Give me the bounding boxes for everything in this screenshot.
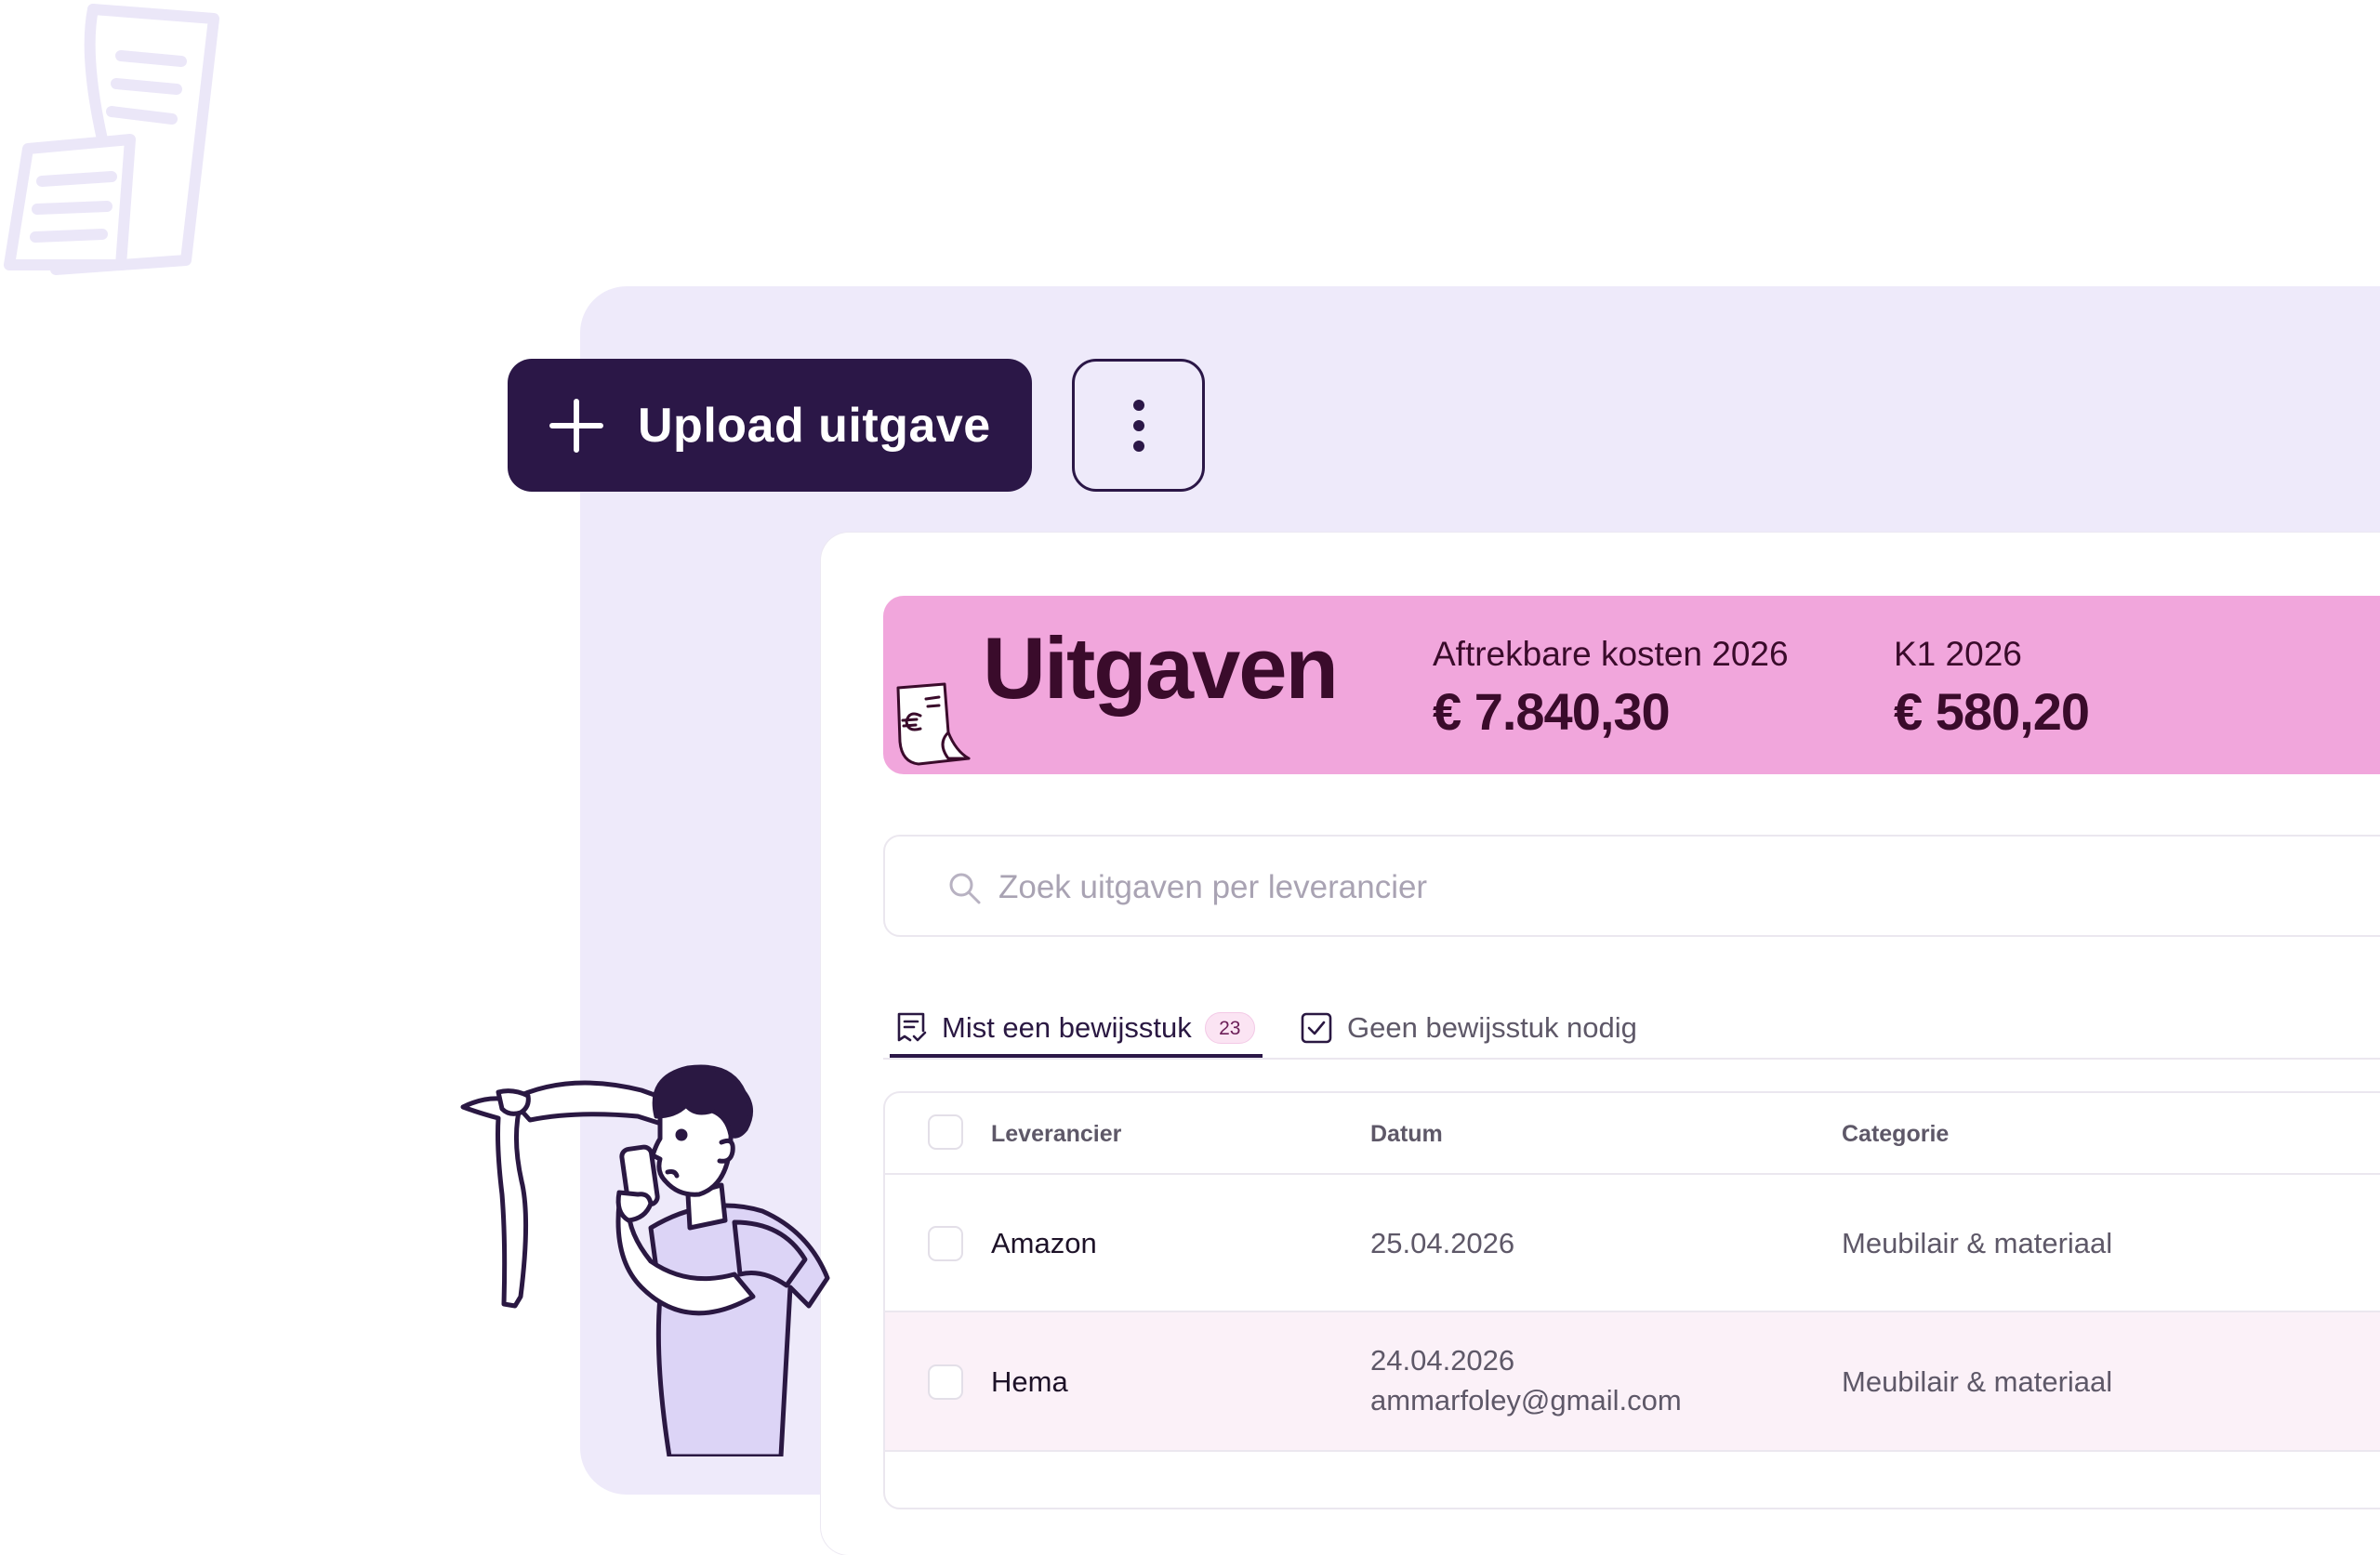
header-category: Categorie	[1842, 1121, 1950, 1147]
row-checkbox[interactable]	[928, 1226, 963, 1261]
header-date: Datum	[1370, 1121, 1443, 1147]
tab-missing-receipt[interactable]: Mist een bewijsstuk 23	[895, 998, 1255, 1058]
tabs-divider	[883, 1058, 2380, 1060]
plus-icon	[549, 398, 603, 453]
receipt-doodle-icon	[4, 4, 219, 275]
more-vertical-icon	[1132, 399, 1144, 452]
quarter-label: K1 2026	[1894, 635, 2022, 673]
checkbox-icon	[1301, 1012, 1332, 1044]
search-icon	[949, 873, 981, 904]
row-category: Meubilair & materiaal	[1842, 1365, 2113, 1398]
row-checkbox[interactable]	[928, 1364, 963, 1400]
row-date: 25.04.2026	[1370, 1227, 1515, 1259]
deductible-costs-value: € 7.840,30	[1433, 682, 1671, 741]
quarter-value: € 580,20	[1894, 682, 2090, 741]
tab-missing-receipt-label: Mist een bewijsstuk	[942, 1011, 1192, 1044]
page-title: Uitgaven	[983, 619, 1339, 717]
table-header-row: Leverancier Datum Categorie	[885, 1093, 2380, 1175]
row-date: 24.04.2026	[1370, 1344, 1515, 1377]
active-tab-indicator	[890, 1054, 1263, 1058]
expenses-table: Leverancier Datum Categorie Amazon 25.04…	[883, 1091, 2380, 1509]
table-row[interactable]: Hema 24.04.2026 ammarfoley@gmail.com Meu…	[885, 1312, 2380, 1452]
row-supplier: Hema	[991, 1365, 1068, 1398]
row-email: ammarfoley@gmail.com	[1370, 1384, 1682, 1417]
euro-receipt-icon	[896, 682, 971, 766]
table-row[interactable]: Amazon 25.04.2026 Meubilair & materiaal	[885, 1175, 2380, 1312]
person-with-receipt-illustration	[460, 1064, 830, 1456]
search-bar	[883, 835, 2380, 937]
header-supplier: Leverancier	[991, 1121, 1122, 1147]
select-all-checkbox[interactable]	[928, 1114, 963, 1150]
row-supplier: Amazon	[991, 1227, 1097, 1259]
deductible-costs-label: Aftrekbare kosten 2026	[1433, 635, 1789, 673]
receipt-check-icon	[897, 1012, 927, 1042]
missing-count-badge: 23	[1204, 1012, 1255, 1044]
upload-expense-label: Upload uitgave	[638, 398, 991, 453]
row-category: Meubilair & materiaal	[1842, 1227, 2113, 1259]
tab-no-receipt-needed-label: Geen bewijsstuk nodig	[1347, 1011, 1637, 1044]
search-input[interactable]	[997, 863, 2209, 913]
more-options-button[interactable]	[1072, 359, 1205, 492]
tab-no-receipt-needed[interactable]: Geen bewijsstuk nodig	[1301, 998, 1637, 1058]
upload-expense-button[interactable]: Upload uitgave	[508, 359, 1032, 492]
